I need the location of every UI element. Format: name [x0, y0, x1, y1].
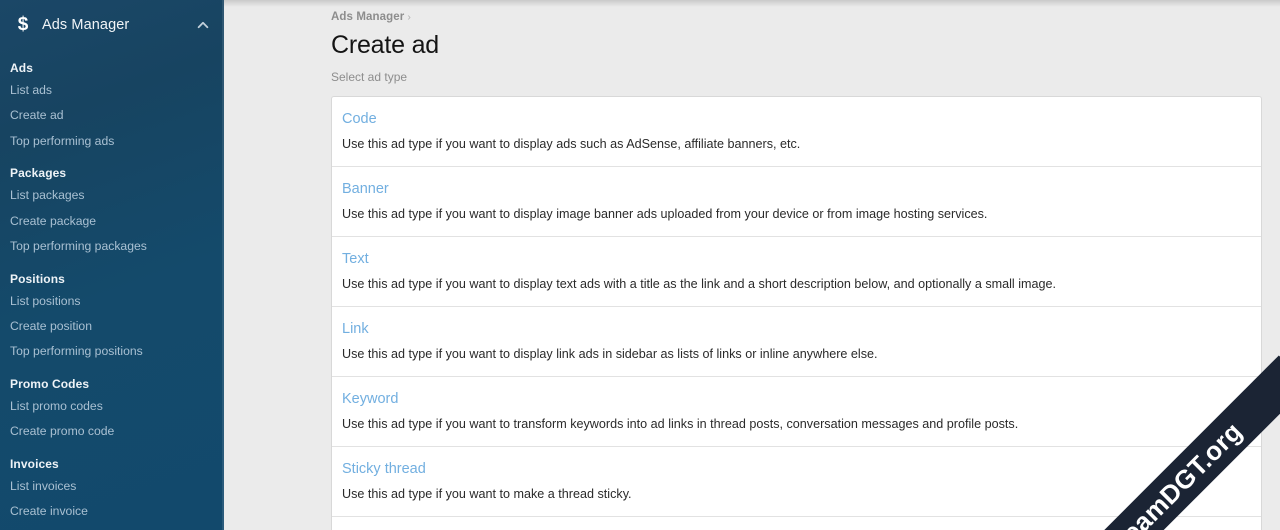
sidebar-item-create-promo-code[interactable]: Create promo code [0, 419, 224, 444]
sidebar-header[interactable]: $ Ads Manager [0, 0, 224, 49]
sidebar-item-statistics[interactable]: Statistics [0, 524, 224, 530]
sidebar-item-list-positions[interactable]: List positions [0, 289, 224, 314]
main-content: Ads Manager › Create ad Select ad type Co… [224, 0, 1280, 530]
dollar-sign-icon: $ [17, 14, 29, 35]
chevron-up-icon[interactable] [196, 18, 210, 32]
sidebar-item-top-performing-positions[interactable]: Top performing positions [0, 339, 224, 364]
sidebar-group: Invoices List invoicesCreate invoiceStati… [0, 453, 224, 530]
ad-type-row: Keyword Use this ad type if you want to t… [332, 377, 1261, 448]
ads-manager-page: $ Ads Manager Ads List ads Create ad Top pe… [0, 0, 1280, 530]
sidebar-group: Promo Codes List promo codes Create promo … [0, 373, 224, 445]
ad-type-description: Use this ad type if you want to display … [342, 276, 1057, 291]
ad-type-row: Featured resourceUse this ad type if you… [332, 517, 1261, 530]
sidebar-item-list-promo-codes[interactable]: List promo codes [0, 394, 224, 419]
ad-type-link-code[interactable]: Code [342, 111, 377, 128]
breadcrumb-item-ads-manager[interactable]: Ads Manager [331, 11, 404, 23]
ad-type-row: Text Use this ad type if you want to disp… [332, 237, 1261, 307]
sidebar-group: Ads List ads Create ad Top performing ads [0, 57, 224, 154]
ad-type-description: Use this ad type if you want to display … [342, 206, 988, 221]
ad-type-row: Link Use this ad type if you want to disp… [332, 307, 1261, 377]
breadcrumb: Ads Manager › [331, 8, 1262, 23]
sidebar-group-title: Ads [10, 61, 33, 75]
ad-type-description: Use this ad type if you want to display … [342, 136, 801, 151]
sidebar-item-list-ads[interactable]: List ads [0, 78, 224, 103]
ad-type-row: Banner Use this ad type if you want to di… [332, 167, 1261, 237]
ad-type-row: Code Use this ad type if you want to disp… [332, 97, 1261, 167]
sidebar-group-title: Positions [10, 271, 65, 286]
sidebar-item-list-invoices[interactable]: List invoices [0, 474, 224, 499]
sidebar-item-top-performing-packages[interactable]: Top performing packages [0, 234, 224, 259]
ad-type-link-link[interactable]: Link [342, 321, 369, 338]
page-title: Create ad [331, 31, 439, 59]
sidebar-group-title: Promo Codes [10, 376, 90, 391]
ad-type-link-text[interactable]: Text [342, 251, 369, 268]
sidebar: $ Ads Manager Ads List ads Create ad Top pe… [0, 0, 224, 530]
sidebar-group: Packages List packages Create package Top p… [0, 162, 224, 259]
page-subtitle: Select ad type [331, 69, 408, 84]
ad-type-description: Use this ad type if you want to display … [342, 346, 878, 361]
ad-type-link-keyword[interactable]: Keyword [342, 391, 398, 408]
ad-type-link-banner[interactable]: Banner [342, 181, 389, 198]
ad-type-link-sticky-thread[interactable]: Sticky thread [342, 461, 426, 478]
ad-type-list: Code Use this ad type if you want to disp… [331, 95, 1262, 530]
sidebar-item-create-ad[interactable]: Create ad [0, 103, 224, 128]
sidebar-title: Ads Manager [42, 16, 130, 33]
content-inner: Ads Manager › Create ad Select ad type Co… [224, 0, 1280, 530]
sidebar-group: Positions List positions Create position To… [0, 268, 224, 365]
sidebar-item-list-packages[interactable]: List packages [0, 183, 224, 208]
sidebar-item-create-position[interactable]: Create position [0, 314, 224, 339]
sidebar-item-create-invoice[interactable]: Create invoice [0, 499, 224, 524]
sidebar-group-title: Packages [10, 166, 67, 181]
sidebar-nav-groups: Ads List ads Create ad Top performing ads Pa… [0, 57, 224, 530]
ad-type-description: Use this ad type if you want to make a t… [342, 487, 632, 502]
sidebar-group-title: Invoices [10, 456, 59, 471]
breadcrumb-separator-icon: › [407, 11, 411, 23]
ad-type-row: Sticky thread Use this ad type if you wan… [332, 447, 1261, 518]
sidebar-item-create-package[interactable]: Create package [0, 209, 224, 234]
sidebar-item-top-performing-ads[interactable]: Top performing ads [0, 129, 224, 154]
ad-type-description: Use this ad type if you want to transfor… [342, 416, 1019, 431]
